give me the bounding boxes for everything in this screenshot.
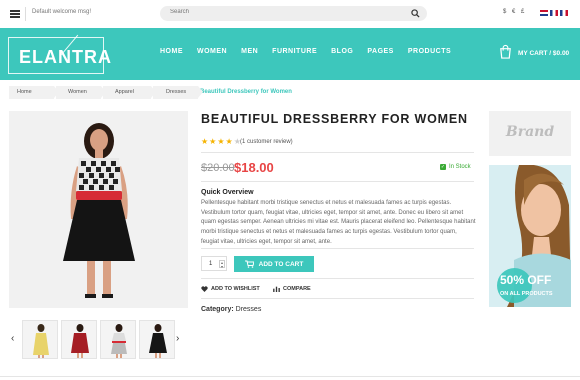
thumbnail-strip (22, 320, 175, 359)
search-bar[interactable] (160, 6, 427, 21)
breadcrumb: Home Women Apparel Dresses (9, 86, 203, 99)
brand-logo: Brand (505, 124, 555, 140)
rating-stars: ★ ★ ★ ★ ★ (201, 138, 241, 146)
top-bar: Default welcome msg! $ € £ (0, 0, 580, 28)
logo-text: ELANTRA (19, 47, 112, 67)
quantity-field[interactable]: 1 ▴ ▾ (201, 256, 227, 271)
thumbnail-3[interactable] (100, 320, 136, 359)
thumbnail-1[interactable] (22, 320, 58, 359)
promo-discount: 50% OFF (500, 273, 552, 287)
star-icon: ★ (217, 137, 225, 146)
star-icon: ★ (209, 137, 217, 146)
compare-link[interactable]: COMPARE (273, 286, 311, 292)
nav-home[interactable]: HOME (160, 48, 183, 55)
cart-button[interactable]: MY CART / $0.00 (498, 44, 580, 64)
old-price: $20.00 (201, 162, 235, 174)
add-to-cart-button[interactable]: ADD TO CART (234, 256, 314, 272)
cart-label: MY CART / $0.00 (518, 50, 570, 57)
compare-icon (273, 286, 280, 292)
flag-fr-icon[interactable] (550, 10, 558, 16)
divider (201, 298, 474, 299)
model-illustration (63, 123, 135, 298)
divider (0, 376, 580, 377)
breadcrumb-current: Beautiful Dressberry for Women (200, 89, 292, 95)
breadcrumb-apparel[interactable]: Apparel (103, 86, 156, 99)
overview-heading: Quick Overview (201, 189, 254, 196)
stock-status: ✓ In Stock (440, 164, 471, 170)
product-title: BEAUTIFUL DRESSBERRY FOR WOMEN (201, 112, 468, 126)
category-label: Category: (201, 306, 234, 313)
divider (201, 248, 474, 249)
add-to-wishlist-link[interactable]: ADD TO WISHLIST (201, 286, 260, 292)
divider (201, 181, 474, 182)
search-input[interactable] (170, 9, 400, 15)
nav-furniture[interactable]: FURNITURE (272, 48, 317, 55)
logo[interactable]: ELANTRA (8, 34, 111, 74)
compare-label: COMPARE (283, 286, 311, 292)
divider (201, 152, 474, 153)
chevron-left-icon[interactable]: ‹ (11, 333, 14, 344)
breadcrumb-home[interactable]: Home (9, 86, 59, 99)
star-icon: ★ (201, 137, 209, 146)
sale-price: $18.00 (234, 160, 274, 175)
brand-banner[interactable]: Brand (489, 111, 571, 156)
nav-pages[interactable]: PAGES (367, 48, 394, 55)
welcome-message: Default welcome msg! (32, 9, 92, 15)
product-main-image[interactable] (9, 111, 188, 308)
thumbnail-2[interactable] (61, 320, 97, 359)
stock-label: In Stock (449, 164, 471, 170)
flag-en-icon[interactable] (540, 10, 548, 16)
divider (201, 278, 474, 279)
review-link[interactable]: (1 customer review) (240, 139, 293, 145)
breadcrumb-women[interactable]: Women (56, 86, 106, 99)
heart-icon (201, 286, 208, 292)
flag-de-icon[interactable] (560, 10, 568, 16)
nav-products[interactable]: PRODUCTS (408, 48, 451, 55)
language-switcher[interactable] (540, 10, 568, 16)
shopping-bag-icon (500, 44, 511, 59)
wishlist-label: ADD TO WISHLIST (211, 286, 260, 292)
overview-text: Pellentesque habitant morbi tristique se… (201, 200, 476, 245)
check-icon: ✓ (440, 164, 446, 170)
main-nav: HOME WOMEN MEN FURNITURE BLOG PAGES PROD… (160, 48, 451, 55)
header: ELANTRA HOME WOMEN MEN FURNITURE BLOG PA… (0, 28, 580, 80)
nav-blog[interactable]: BLOG (331, 48, 353, 55)
promo-banner[interactable]: 50% OFF ON ALL PRODUCTS (489, 165, 571, 307)
currency-switcher[interactable]: $ € £ (503, 9, 526, 15)
chevron-right-icon[interactable]: › (176, 333, 179, 344)
divider (25, 7, 26, 21)
category-info: Category: Dresses (201, 306, 261, 313)
menu-icon[interactable] (10, 10, 20, 18)
star-icon: ★ (225, 137, 233, 146)
quantity-value: 1 (209, 261, 213, 267)
breadcrumb-dresses[interactable]: Dresses (153, 86, 203, 99)
quantity-stepper[interactable]: ▴ ▾ (219, 260, 225, 268)
category-link[interactable]: Dresses (236, 306, 262, 313)
cart-icon (244, 260, 254, 268)
add-to-cart-label: ADD TO CART (258, 260, 304, 268)
thumbnail-4[interactable] (139, 320, 175, 359)
nav-women[interactable]: WOMEN (197, 48, 227, 55)
promo-subtitle: ON ALL PRODUCTS (500, 291, 553, 297)
search-icon[interactable] (411, 9, 420, 18)
nav-men[interactable]: MEN (241, 48, 258, 55)
